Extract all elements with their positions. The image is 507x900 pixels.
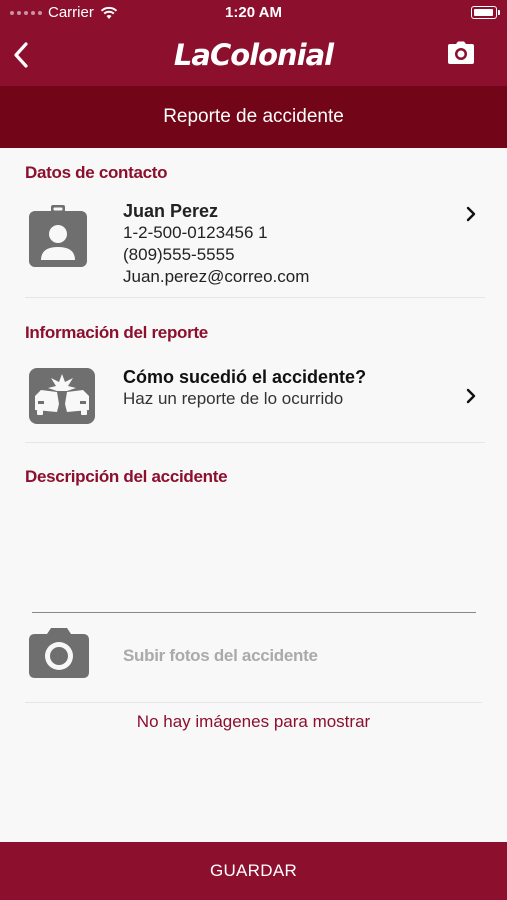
report-row[interactable]: Cómo sucedió el accidente? Haz un report… — [25, 364, 485, 428]
status-bar: Carrier 1:20 AM — [0, 0, 507, 26]
empty-images-message: No hay imágenes para mostrar — [136, 712, 371, 731]
navigation-bar: LaColonial — [0, 26, 507, 86]
contact-details: Juan Perez 1-2-500-0123456 1 (809)555-55… — [123, 200, 309, 288]
clock: 1:20 AM — [225, 4, 282, 21]
camera-button[interactable] — [447, 41, 477, 71]
contact-phone: (809)555-5555 — [123, 245, 235, 264]
report-section-title: Información del reporte — [25, 323, 208, 342]
report-text: Cómo sucedió el accidente? Haz un report… — [123, 366, 366, 410]
battery-level — [474, 9, 493, 16]
divider — [25, 702, 482, 703]
contact-email: Juan.perez@correo.com — [123, 267, 310, 286]
chevron-right-icon — [466, 388, 476, 404]
page-title: Reporte de accidente — [0, 86, 507, 148]
divider — [25, 442, 485, 443]
save-button[interactable]: GUARDAR — [0, 842, 507, 900]
report-title: Cómo sucedió el accidente? — [123, 367, 367, 387]
contact-id: 1-2-500-0123456 1 — [123, 223, 268, 242]
divider — [25, 297, 485, 298]
description-input[interactable] — [32, 612, 476, 613]
contact-badge-icon — [29, 205, 87, 272]
upload-photos-button[interactable]: Subir fotos del accidente — [25, 622, 485, 702]
car-crash-icon — [29, 368, 95, 429]
contact-row[interactable]: Juan Perez 1-2-500-0123456 1 (809)555-55… — [25, 200, 485, 290]
contact-name: Juan Perez — [123, 201, 219, 221]
report-subtitle: Haz un reporte de lo ocurrido — [123, 389, 344, 408]
contact-section-title: Datos de contacto — [25, 163, 168, 182]
description-section-title: Descripción del accidente — [25, 467, 228, 486]
app-logo: LaColonial — [173, 38, 334, 72]
battery-icon — [471, 6, 500, 19]
camera-icon — [448, 41, 474, 64]
chevron-right-icon — [466, 206, 476, 222]
camera-icon — [29, 628, 89, 683]
upload-photos-label: Subir fotos del accidente — [123, 646, 318, 665]
